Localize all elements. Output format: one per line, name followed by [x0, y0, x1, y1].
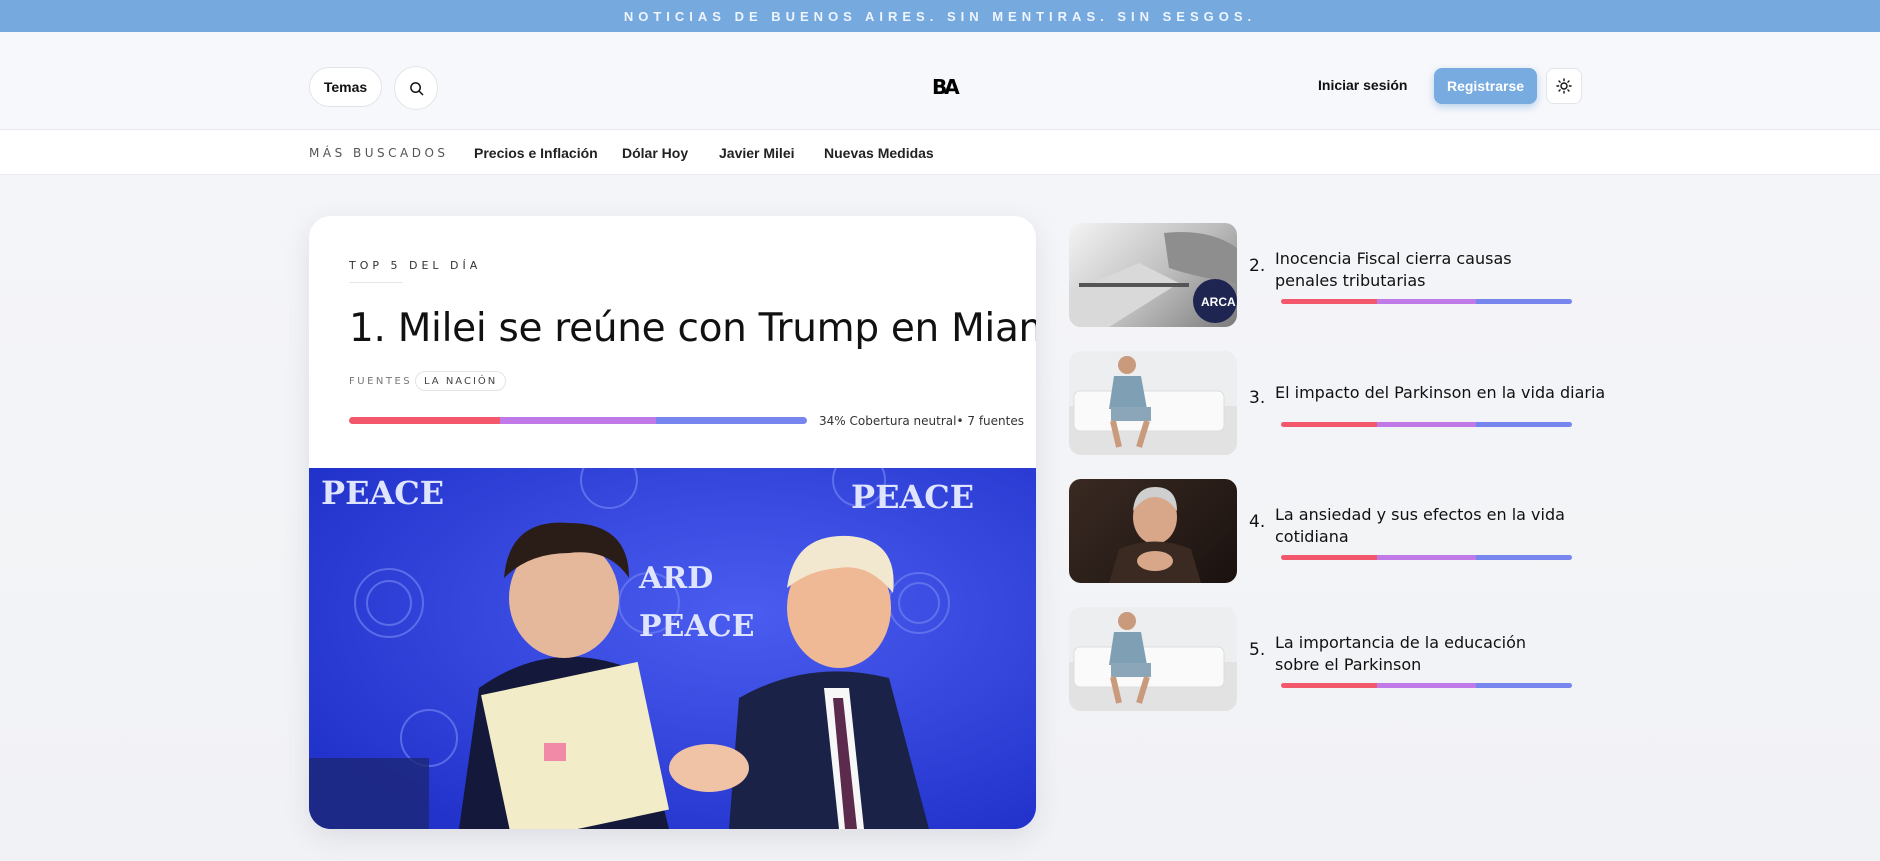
most-searched-nav: MÁS BUSCADOS Precios e Inflación Dólar H… [0, 130, 1880, 175]
bias-right-segment [655, 417, 807, 424]
side-title-5[interactable]: La importancia de la educación sobre el … [1275, 632, 1575, 676]
sun-icon [1556, 78, 1572, 94]
bias-bar [349, 417, 807, 424]
nav-link-medidas[interactable]: Nuevas Medidas [824, 145, 934, 161]
search-icon [409, 81, 423, 95]
featured-story-card[interactable]: TOP 5 DEL DÍA 1. Milei se reúne con Trum… [309, 216, 1036, 829]
side-title-2[interactable]: Inocencia Fiscal cierra causas penales t… [1275, 248, 1575, 292]
bias-center-segment [500, 417, 656, 424]
most-searched-label: MÁS BUSCADOS [309, 146, 449, 160]
hero-illustration: PEACE PEACE ARD PEACE [309, 468, 1036, 829]
temas-button[interactable]: Temas [309, 67, 382, 107]
bias-center-segment [1377, 555, 1476, 560]
bias-left-segment [1281, 422, 1378, 427]
peace-text-mid: PEACE [639, 609, 754, 644]
featured-title[interactable]: 1. Milei se reúne con Trump en Miami [349, 306, 1036, 351]
side-bias-bar-5 [1281, 683, 1572, 688]
bias-center-segment [1377, 422, 1476, 427]
side-thumb-5[interactable] [1069, 607, 1237, 711]
nav-link-dolar[interactable]: Dólar Hoy [622, 145, 688, 161]
site-header: Temas BA Iniciar sesión Registrarse [0, 32, 1880, 130]
eyebrow-divider [349, 282, 403, 283]
side-bias-bar-4 [1281, 555, 1572, 560]
site-logo[interactable]: BA [932, 75, 960, 101]
side-item-2[interactable]: ARCA 2. Inocencia Fiscal cierra causas p… [1069, 223, 1579, 327]
bias-right-segment [1475, 555, 1572, 560]
nav-link-milei[interactable]: Javier Milei [719, 145, 795, 161]
side-title-4[interactable]: La ansiedad y sus efectos en la vida cot… [1275, 504, 1575, 548]
theme-toggle-button[interactable] [1546, 68, 1582, 104]
side-rank-5: 5. [1249, 640, 1266, 660]
tagline: NOTICIAS DE BUENOS AIRES. SIN MENTIRAS. … [623, 8, 1257, 24]
sources-label: FUENTES [349, 376, 413, 387]
top-announcement-bar: NOTICIAS DE BUENOS AIRES. SIN MENTIRAS. … [0, 0, 1880, 32]
side-thumb-3[interactable] [1069, 351, 1237, 455]
side-rank-3: 3. [1249, 388, 1266, 408]
search-button[interactable] [394, 66, 438, 110]
bias-center-segment [1377, 683, 1476, 688]
nav-link-precios[interactable]: Precios e Inflación [474, 145, 598, 161]
top5-eyebrow: TOP 5 DEL DÍA [349, 259, 482, 272]
arca-badge: ARCA [1201, 295, 1236, 309]
side-bias-bar-3 [1281, 422, 1572, 427]
side-thumb-2[interactable]: ARCA [1069, 223, 1237, 327]
side-rank-4: 4. [1249, 512, 1266, 532]
side-item-5[interactable]: 5. La importancia de la educación sobre … [1069, 607, 1579, 711]
coverage-text: 34% Cobertura neutral• 7 fuentes [819, 414, 1024, 428]
bias-left-segment [1281, 683, 1378, 688]
bias-right-segment [1475, 422, 1572, 427]
peace-text-right: PEACE [851, 478, 974, 516]
login-link[interactable]: Iniciar sesión [1318, 77, 1407, 93]
side-item-4[interactable]: 4. La ansiedad y sus efectos en la vida … [1069, 479, 1579, 583]
side-title-3[interactable]: El impacto del Parkinson en la vida diar… [1275, 382, 1605, 404]
bias-left-segment [1281, 299, 1378, 304]
source-chip[interactable]: LA NACIÓN [415, 371, 507, 391]
bias-left-segment [1281, 555, 1378, 560]
bias-center-segment [1377, 299, 1476, 304]
peace-text-left: PEACE [321, 474, 444, 512]
bias-right-segment [1475, 299, 1572, 304]
side-bias-bar-2 [1281, 299, 1572, 304]
featured-image[interactable]: PEACE PEACE ARD PEACE [309, 468, 1036, 829]
side-item-3[interactable]: 3. El impacto del Parkinson en la vida d… [1069, 351, 1605, 455]
register-button[interactable]: Registrarse [1434, 68, 1537, 104]
bias-right-segment [1475, 683, 1572, 688]
side-thumb-4[interactable] [1069, 479, 1237, 583]
bias-left-segment [349, 417, 501, 424]
side-rank-2: 2. [1249, 256, 1266, 276]
board-text: ARD [638, 561, 713, 596]
